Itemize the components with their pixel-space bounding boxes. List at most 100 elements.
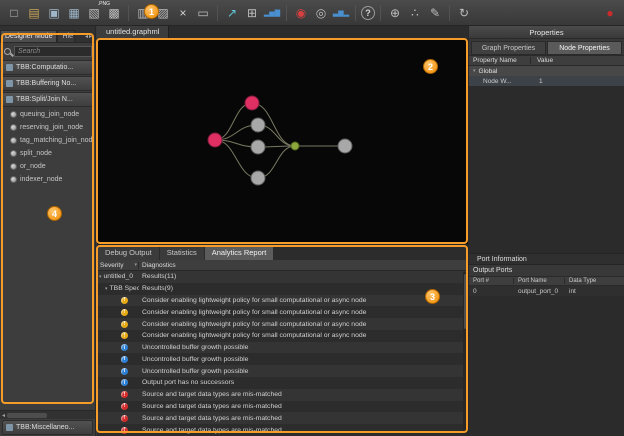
sidebar-hscrollbar[interactable]: ◂ — [0, 410, 95, 419]
toolbar: □▤▣▦▧.PNG▩ ▥▨×▭ ↗⊞▂▅▇ ◉◎▃▆▂? ⊕∴✎ ↻ ● — [0, 0, 624, 26]
sidebar-group-2[interactable]: TBB:Split/Join N... — [2, 92, 93, 107]
severity-cell: ▾untitled_0 — [97, 273, 139, 280]
line-chart-button[interactable]: ↗ — [223, 4, 241, 22]
copy-button[interactable]: ▥ — [134, 4, 152, 22]
tab-untitled-graphml[interactable]: untitled.graphml — [97, 26, 169, 39]
graph-svg — [97, 40, 468, 244]
graph-node-func-2[interactable] — [251, 140, 265, 154]
paste-button[interactable]: ▨ — [154, 4, 172, 22]
toolbar-separator — [380, 5, 381, 21]
tab-node-properties[interactable]: Node Properties — [547, 41, 622, 55]
stop-button[interactable]: ● — [601, 4, 619, 22]
sidebar-item-or_node[interactable]: or_node — [0, 160, 95, 173]
record-analysis-button[interactable]: ◉ — [292, 4, 310, 22]
diagnostic-row[interactable]: !Consider enabling lightweight policy fo… — [97, 306, 468, 318]
help-button[interactable]: ? — [361, 6, 375, 20]
settings-button[interactable]: ◎ — [312, 4, 330, 22]
tab-graph-properties[interactable]: Graph Properties — [471, 41, 546, 55]
graph-node-func-1[interactable] — [251, 118, 265, 132]
diagnostic-row[interactable]: iUncontrolled buffer growth possible — [97, 353, 468, 365]
sidebar-item-tag_matching_join_nod[interactable]: tag_matching_join_nod — [0, 134, 95, 147]
group-icon — [6, 80, 13, 87]
diagnostic-row[interactable]: !Source and target data types are mis-ma… — [97, 424, 468, 436]
histogram-button[interactable]: ▃▆▂ — [332, 4, 350, 22]
toolbar-separator — [355, 5, 356, 21]
expand-chevron-icon[interactable]: ▾ — [473, 68, 476, 74]
tree-group-label: TBB Spec... — [110, 285, 139, 292]
node-tools-button[interactable]: ✎ — [426, 4, 444, 22]
new-button[interactable]: □ — [5, 4, 23, 22]
error-severity-icon: ! — [121, 427, 128, 434]
refresh-button[interactable]: ↻ — [455, 4, 473, 22]
diagnostic-row[interactable]: !Consider enabling lightweight policy fo… — [97, 318, 468, 330]
properties-panel: Properties Graph Properties Node Propert… — [468, 26, 624, 436]
expand-chevron-icon[interactable]: ▾ — [99, 274, 102, 280]
delete-button[interactable]: × — [174, 4, 192, 22]
diagnostic-row[interactable]: !Source and target data types are mis-ma… — [97, 389, 468, 401]
sidebar-groups: TBB:Computatio...TBB:Buffering No...TBB:… — [0, 59, 95, 108]
tab-analytics-report[interactable]: Analytics Report — [205, 247, 274, 260]
group-label: TBB:Miscellaneo... — [16, 424, 74, 431]
scrollbar-thumb[interactable] — [7, 413, 47, 418]
search-input[interactable]: Search — [14, 46, 92, 57]
tab-statistics[interactable]: Statistics — [160, 247, 204, 260]
warning-severity-icon: ! — [121, 332, 128, 339]
sidebar-item-reserving_join_node[interactable]: reserving_join_node — [0, 121, 95, 134]
property-group-global[interactable]: ▾ Global — [469, 66, 624, 76]
topology-button[interactable]: ⊕ — [386, 4, 404, 22]
diagnostic-row[interactable]: ▾untitled_0Results(11) — [97, 271, 468, 283]
sidebar-group-1[interactable]: TBB:Buffering No... — [2, 76, 93, 91]
graph-node-join[interactable] — [291, 142, 299, 150]
diagnostic-row[interactable]: iOutput port has no successors — [97, 377, 468, 389]
severity-cell: ! — [97, 415, 139, 422]
diagnostic-text: Uncontrolled buffer growth possible — [139, 344, 468, 351]
sidebar-item-indexer_node[interactable]: indexer_node — [0, 173, 95, 186]
search-icon — [4, 48, 11, 55]
graph-node-sink[interactable] — [338, 139, 352, 153]
system-analysis-button[interactable]: ⊞ — [243, 4, 261, 22]
save-as-button[interactable]: ▦ — [65, 4, 83, 22]
diagnostic-row[interactable]: iUncontrolled buffer growth possible — [97, 365, 468, 377]
tab-scroll-arrows-icon[interactable]: ◂▸ — [85, 33, 95, 42]
column-diagnostics[interactable]: Diagnostics — [139, 262, 468, 269]
property-value[interactable]: 1 — [531, 78, 624, 85]
tab-debug-output[interactable]: Debug Output — [98, 247, 159, 260]
expand-chevron-icon[interactable]: ▾ — [105, 286, 108, 292]
bar-chart-button[interactable]: ▂▅▇ — [263, 4, 281, 22]
tab-hierarchical[interactable]: Hie — [57, 30, 75, 42]
sidebar-item-split_node[interactable]: split_node — [0, 147, 95, 160]
port-row[interactable]: 0 output_port_0 int — [469, 286, 624, 296]
sidebar-group-miscellaneous[interactable]: TBB:Miscellaneo... — [2, 420, 93, 435]
diagnostic-row[interactable]: !Source and target data types are mis-ma… — [97, 412, 468, 424]
diagnostic-row[interactable]: iUncontrolled buffer growth possible — [97, 342, 468, 354]
toolbar-separator — [449, 5, 450, 21]
export-image-button[interactable]: ▭ — [194, 4, 212, 22]
toolbar-separator — [128, 5, 129, 21]
graph-node-func-3[interactable] — [251, 171, 265, 185]
graph-canvas[interactable] — [97, 40, 468, 244]
toolbar-separator — [217, 5, 218, 21]
save-button[interactable]: ▣ — [45, 4, 63, 22]
scroll-left-icon[interactable]: ◂ — [0, 412, 7, 419]
export-png-button[interactable]: ▧.PNG — [85, 4, 103, 22]
property-row-node-weight[interactable]: Node W... 1 — [469, 76, 624, 86]
diagnostic-row[interactable]: ▾TBB Spec...Results(9) — [97, 283, 468, 295]
node-type-icon — [10, 111, 17, 118]
screenshot-button[interactable]: ▩ — [105, 4, 123, 22]
diagnostics-rows: ▾untitled_0Results(11)▾TBB Spec...Result… — [97, 271, 468, 436]
tab-designer-mode[interactable]: Designer Mode — [0, 30, 57, 42]
column-severity[interactable]: Severity ▾ — [97, 262, 139, 269]
sidebar-group-0[interactable]: TBB:Computatio... — [2, 60, 93, 75]
error-severity-icon: ! — [121, 391, 128, 398]
graph-node-source-top[interactable] — [245, 96, 259, 110]
diagnostic-row[interactable]: !Consider enabling lightweight policy fo… — [97, 295, 468, 307]
graph-node-source-left[interactable] — [208, 133, 222, 147]
share-graph-button[interactable]: ∴ — [406, 4, 424, 22]
scrollbar-thumb[interactable] — [464, 274, 467, 329]
diagnostic-row[interactable]: !Source and target data types are mis-ma… — [97, 401, 468, 413]
diagnostic-text: Output port has no successors — [139, 379, 468, 386]
open-button[interactable]: ▤ — [25, 4, 43, 22]
sidebar-item-queuing_join_node[interactable]: queuing_join_node — [0, 108, 95, 121]
diagnostic-row[interactable]: !Consider enabling lightweight policy fo… — [97, 330, 468, 342]
severity-cell: i — [97, 368, 139, 375]
